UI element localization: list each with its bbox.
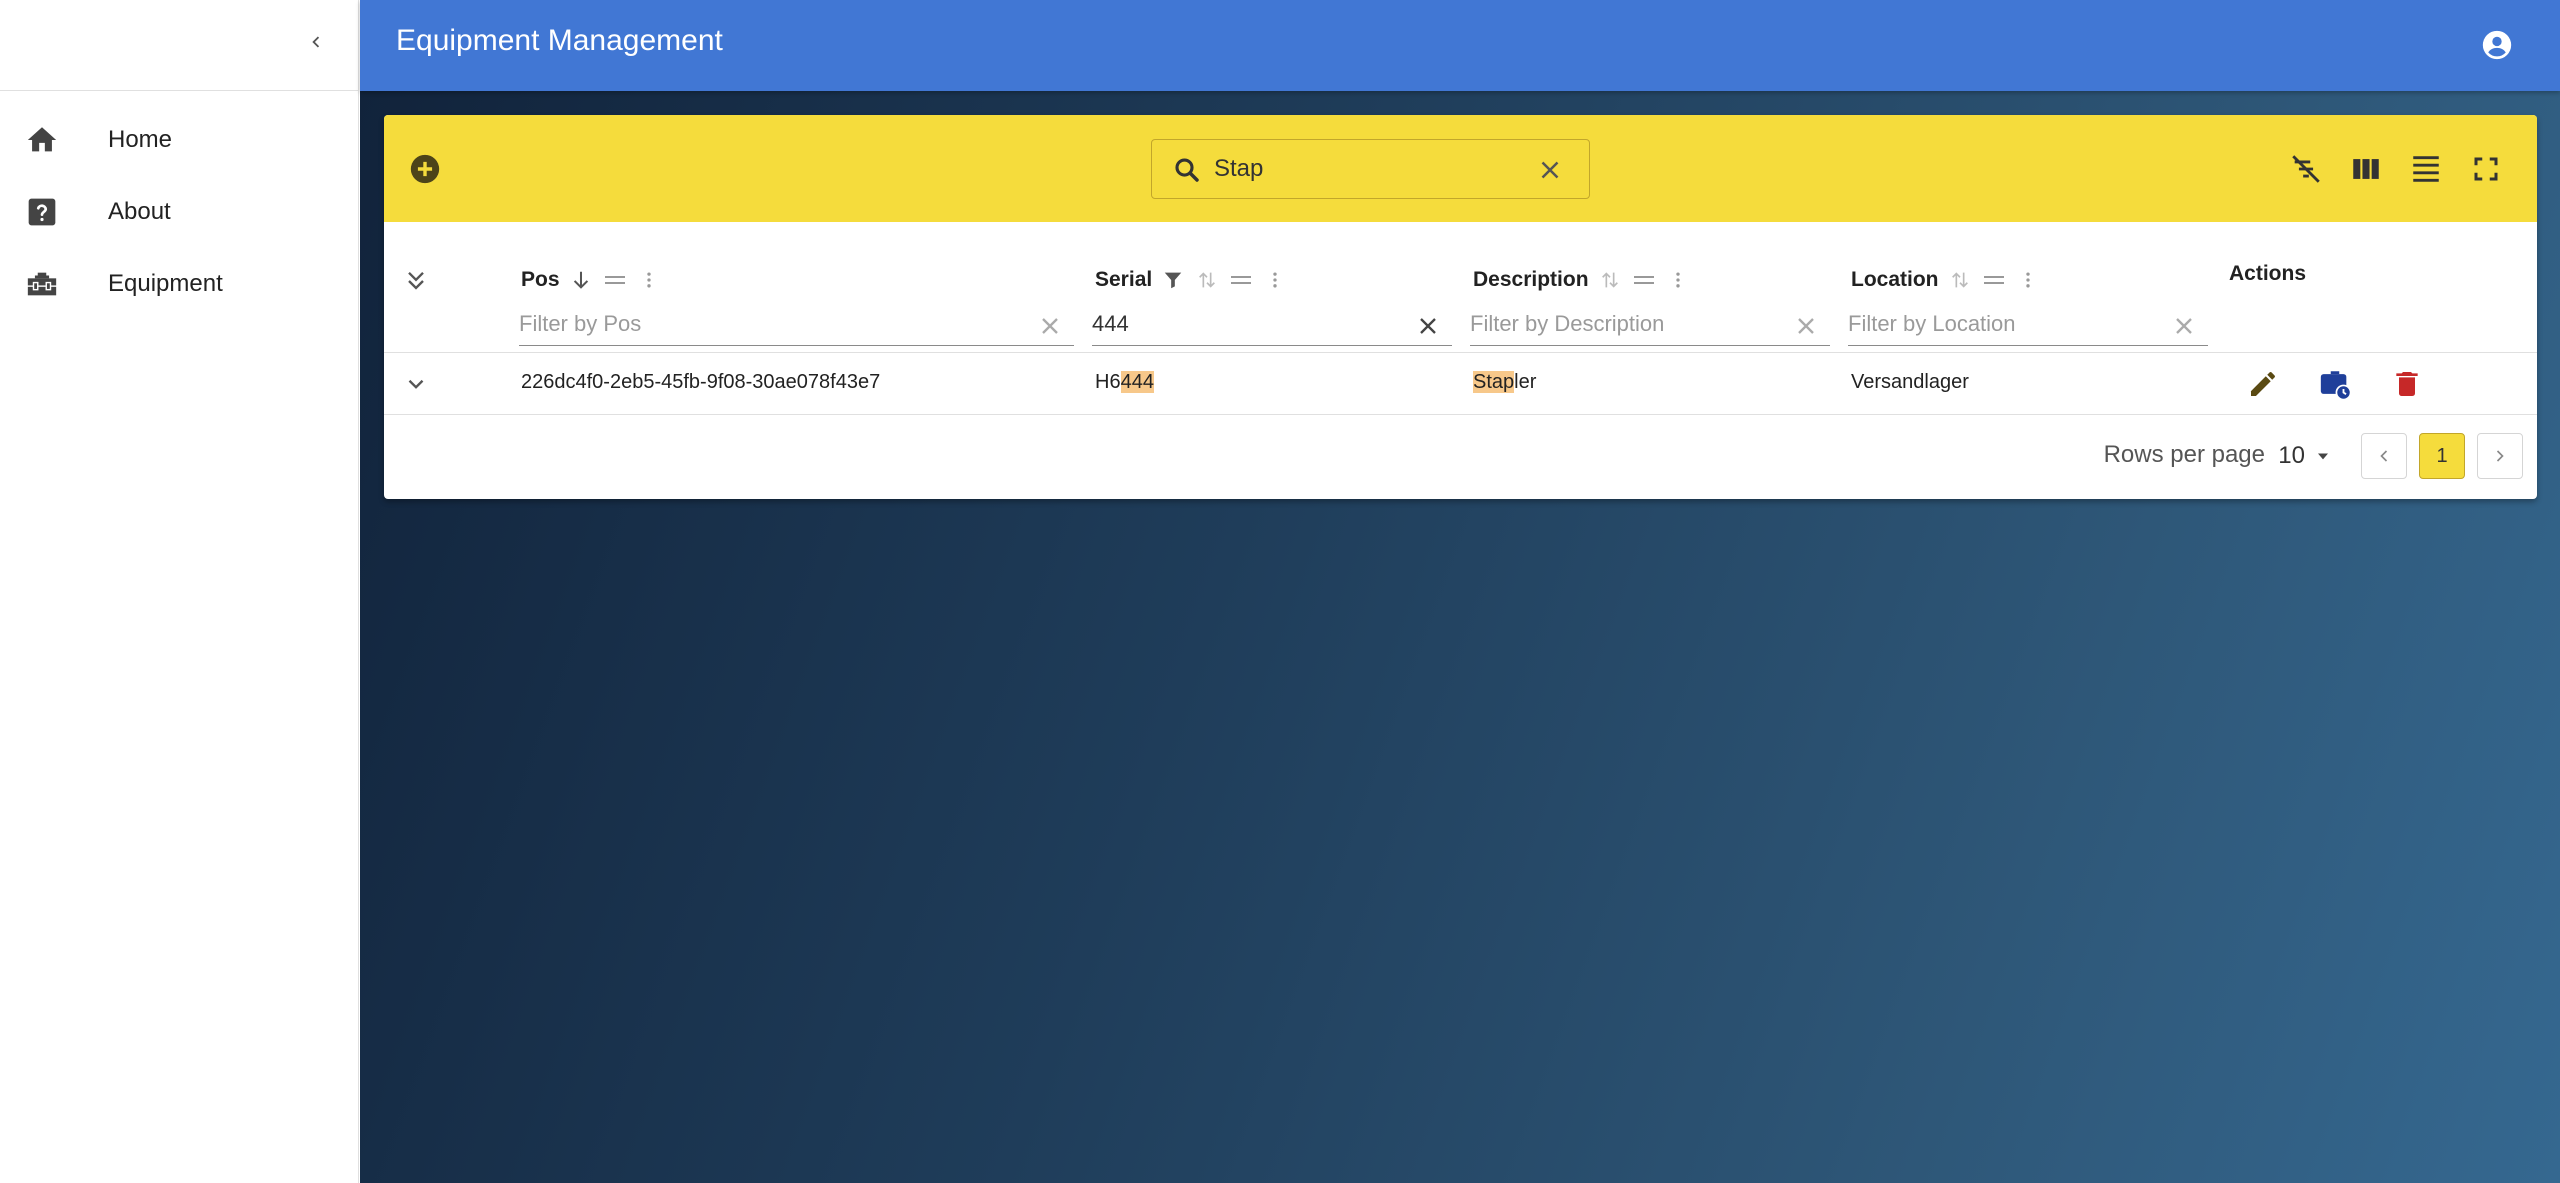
page-title: Equipment Management (396, 24, 723, 57)
expand-row-button[interactable] (398, 366, 434, 402)
page-button-1[interactable]: 1 (2419, 433, 2465, 479)
cell-description: Stapler (1473, 371, 1536, 394)
app-header: Equipment Management (360, 0, 2560, 91)
sidebar: Home About Equipment (0, 0, 359, 1183)
previous-page-button[interactable] (2361, 433, 2407, 479)
search-highlight: Stap (1473, 371, 1515, 393)
sidebar-item-equipment[interactable]: Equipment (0, 248, 358, 320)
sidebar-item-label: About (108, 198, 171, 225)
filter-serial-input[interactable] (1092, 308, 1398, 340)
description-text: ler (1514, 371, 1537, 393)
chevron-left-icon (312, 36, 320, 48)
fullscreen-icon (2474, 157, 2498, 181)
filter-location (1848, 306, 2208, 346)
group-icon[interactable] (602, 267, 628, 293)
clear-filter-icon[interactable] (1036, 312, 1064, 340)
equipment-table-card: Pos Serial Description (384, 115, 2537, 499)
table-row: 226dc4f0-2eb5-45fb-9f08-30ae078f43e7 H64… (384, 353, 2537, 415)
column-menu-icon[interactable] (636, 267, 662, 293)
filter-pos-input[interactable] (519, 308, 991, 340)
global-search-field (1151, 139, 1590, 199)
density-icon (2413, 156, 2439, 182)
column-header-serial: Serial (1095, 260, 1288, 300)
add-circle-icon (410, 154, 440, 184)
filter-description (1470, 306, 1830, 346)
column-title[interactable]: Location (1851, 268, 1939, 292)
rows-per-page-label: Rows per page (2103, 441, 2265, 468)
cell-serial: H6444 (1095, 371, 1154, 394)
help-icon (21, 191, 63, 233)
sort-icon[interactable] (1194, 267, 1220, 293)
account-button[interactable] (2476, 24, 2518, 66)
trash-icon (2396, 372, 2418, 396)
table-toolbar (384, 115, 2537, 222)
column-menu-icon[interactable] (1665, 267, 1691, 293)
sort-icon[interactable] (1947, 267, 1973, 293)
sidebar-item-about[interactable]: About (0, 176, 358, 248)
collapse-sidebar-button[interactable] (299, 25, 333, 59)
column-title[interactable]: Pos (521, 268, 560, 292)
serial-text: H6 (1095, 371, 1121, 393)
view-column-icon (2353, 159, 2379, 179)
sidebar-item-label: Home (108, 126, 173, 153)
clear-filter-icon[interactable] (2170, 312, 2198, 340)
toolbar-actions (2285, 148, 2507, 190)
filter-pos (519, 306, 1074, 346)
home-icon (21, 119, 63, 161)
column-header-pos: Pos (521, 260, 662, 300)
sort-icon[interactable] (1597, 267, 1623, 293)
double-chevron-down-icon (408, 272, 424, 290)
filter-serial (1092, 306, 1452, 346)
clear-filter-icon[interactable] (1792, 312, 1820, 340)
group-icon[interactable] (1228, 267, 1254, 293)
cell-location: Versandlager (1851, 371, 1969, 393)
show-columns-button[interactable] (2345, 148, 2387, 190)
column-title[interactable]: Description (1473, 268, 1589, 292)
filter-description-input[interactable] (1470, 308, 1776, 340)
edit-button[interactable] (2244, 365, 2282, 403)
rows-per-page-select[interactable]: 10 (2278, 436, 2333, 476)
column-header-actions: Actions (2229, 262, 2307, 285)
expand-all-button[interactable] (398, 263, 434, 299)
column-menu-icon[interactable] (1262, 267, 1288, 293)
sort-desc-icon[interactable] (568, 267, 594, 293)
column-header-location: Location (1851, 260, 2041, 300)
assign-equipment-button[interactable] (2316, 365, 2354, 403)
filter-off-icon (2292, 155, 2320, 183)
filter-location-input[interactable] (1848, 308, 2154, 340)
account-circle-icon (2482, 30, 2512, 60)
clear-filter-icon[interactable] (1414, 312, 1442, 340)
fullscreen-button[interactable] (2465, 148, 2507, 190)
density-button[interactable] (2405, 148, 2447, 190)
group-icon[interactable] (1981, 267, 2007, 293)
chevron-down-icon (408, 379, 424, 389)
main-content: Pos Serial Description (360, 91, 2560, 1183)
column-menu-icon[interactable] (2015, 267, 2041, 293)
search-icon (1175, 158, 1199, 182)
sidebar-item-label: Equipment (108, 270, 223, 297)
next-page-button[interactable] (2477, 433, 2523, 479)
pencil-icon (2251, 372, 2275, 396)
column-header-description: Description (1473, 260, 1691, 300)
toolbox-icon (21, 263, 63, 305)
group-icon[interactable] (1631, 267, 1657, 293)
cell-pos: 226dc4f0-2eb5-45fb-9f08-30ae078f43e7 (521, 371, 881, 393)
pagination: Rows per page 10 1 (384, 416, 2537, 499)
rows-per-page-value: 10 (2278, 442, 2305, 469)
filter-active-icon[interactable] (1160, 267, 1186, 293)
sidebar-item-home[interactable]: Home (0, 104, 358, 176)
chevron-right-icon (2496, 450, 2504, 462)
sidebar-header (0, 0, 358, 91)
add-equipment-button[interactable] (406, 150, 444, 188)
delete-button[interactable] (2388, 365, 2426, 403)
clear-search-icon[interactable] (1535, 155, 1565, 185)
search-highlight: 444 (1120, 371, 1154, 393)
toggle-filters-button[interactable] (2285, 148, 2327, 190)
chevron-left-icon (2380, 450, 2388, 462)
dropdown-arrow-icon (2318, 453, 2328, 460)
global-search-input[interactable] (1214, 152, 1514, 186)
briefcase-clock-icon (2320, 371, 2352, 401)
column-title[interactable]: Serial (1095, 268, 1152, 292)
